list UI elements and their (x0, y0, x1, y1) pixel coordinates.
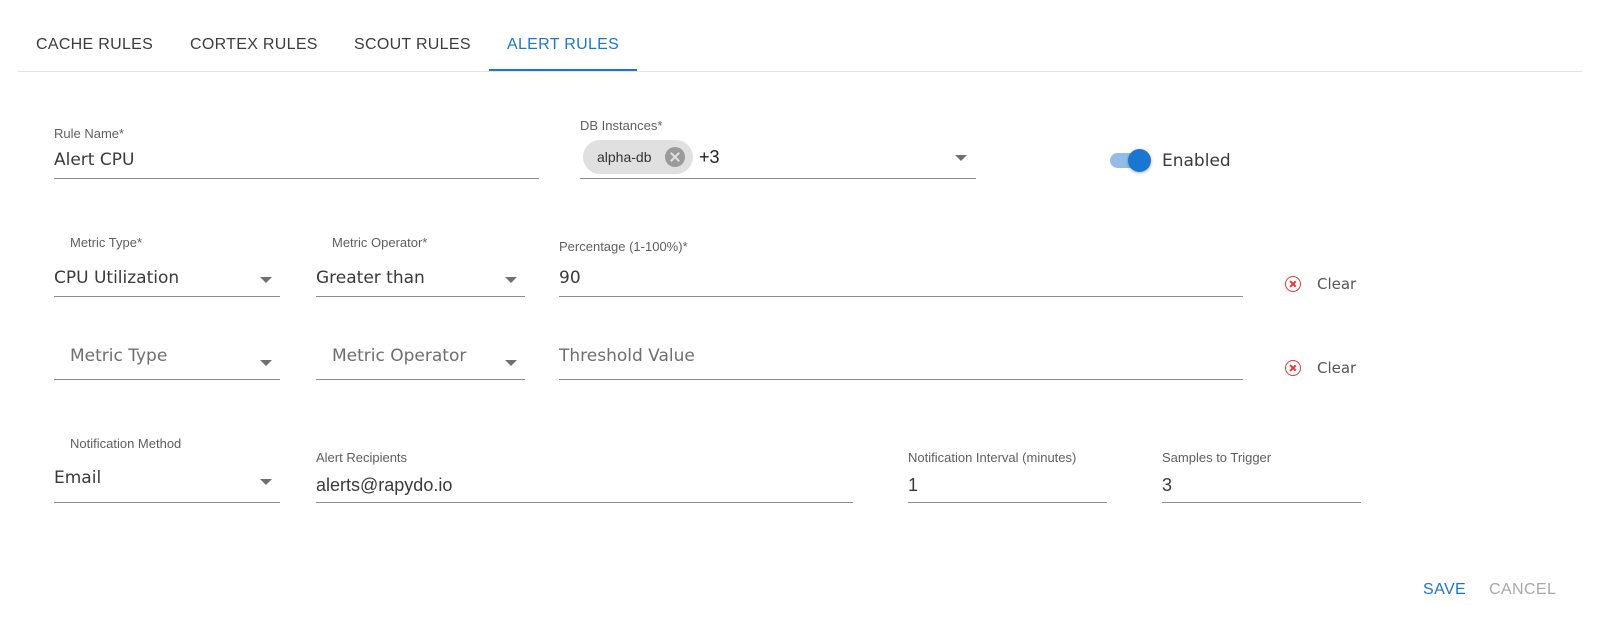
caret-down-icon (260, 360, 272, 366)
toggle-thumb[interactable] (1128, 149, 1151, 172)
rule-name-label-text: Rule Name (54, 126, 120, 141)
metric-type-underline (54, 379, 280, 380)
required-mark: * (682, 239, 688, 254)
threshold-underline (559, 379, 1243, 380)
metric-type-select[interactable]: Metric Type (54, 340, 280, 382)
metric-operator-placeholder: Metric Operator (332, 346, 467, 366)
required-mark: * (119, 126, 125, 141)
percentage-underline (559, 296, 1243, 297)
tab-cortex-rules[interactable]: CORTEX RULES (190, 36, 318, 54)
notification-interval-underline (908, 502, 1107, 503)
metric-type-value: CPU Utilization (54, 268, 180, 288)
clear-button[interactable]: Clear (1285, 359, 1356, 377)
save-button[interactable]: SAVE (1423, 581, 1466, 599)
notification-interval-label: Notification Interval (minutes) (908, 450, 1077, 465)
rule-name-label: Rule Name* (54, 126, 124, 141)
tabs-divider (18, 71, 1582, 72)
more-instances-count: +3 (699, 147, 720, 167)
caret-down-icon (505, 277, 517, 283)
alert-recipients-label: Alert Recipients (316, 450, 408, 465)
metric-operator-underline (316, 379, 525, 380)
caret-down-icon (260, 277, 272, 283)
metric-operator-select[interactable]: Metric Operator* Greater than (316, 230, 525, 298)
metric-operator-underline (316, 296, 525, 297)
notification-method-label: Notification Method (70, 436, 182, 451)
alert-recipients-underline (316, 502, 853, 503)
alert-recipients-input[interactable]: alerts@rapydo.io (316, 475, 452, 496)
percentage-label: Percentage (1-100%)* (559, 239, 688, 254)
threshold-input[interactable]: Threshold Value (559, 346, 695, 366)
clear-label: Clear (1317, 359, 1357, 377)
cancel-circle-icon[interactable] (665, 147, 685, 167)
notification-method-underline (54, 502, 280, 503)
notification-method-select[interactable]: Notification Method Email (54, 436, 280, 504)
rule-name-input[interactable]: Alert CPU (54, 150, 134, 170)
samples-to-trigger-label: Samples to Trigger (1162, 450, 1272, 465)
samples-to-trigger-underline (1162, 502, 1361, 503)
cancel-button[interactable]: CANCEL (1489, 581, 1556, 599)
clear-label: Clear (1317, 275, 1357, 293)
tab-alert-rules[interactable]: ALERT RULES (507, 36, 619, 54)
metric-type-label: Metric Type* (70, 235, 143, 250)
db-instance-chip: alpha-db (583, 140, 693, 174)
metric-type-select[interactable]: Metric Type* CPU Utilization (54, 230, 280, 298)
metric-type-underline (54, 296, 280, 297)
notification-interval-input[interactable]: 1 (908, 475, 918, 496)
db-instances-underline (580, 178, 976, 179)
enabled-label: Enabled (1162, 151, 1231, 171)
chip-label: alpha-db (597, 149, 652, 165)
tab-scout-rules[interactable]: SCOUT RULES (354, 36, 471, 54)
tab-cache-rules[interactable]: CACHE RULES (36, 36, 153, 54)
metric-operator-value: Greater than (316, 268, 425, 288)
metric-operator-select[interactable]: Metric Operator (316, 340, 525, 382)
caret-down-icon (505, 360, 517, 366)
percentage-input[interactable]: 90 (559, 268, 581, 288)
metric-type-placeholder: Metric Type (70, 346, 168, 366)
caret-down-icon (260, 479, 272, 485)
rule-name-underline (54, 178, 539, 179)
samples-to-trigger-input[interactable]: 3 (1162, 475, 1172, 496)
caret-down-icon[interactable] (955, 155, 967, 161)
db-instances-label: DB Instances* (580, 118, 662, 133)
cancel-circle-outline-icon (1285, 360, 1301, 376)
cancel-circle-outline-icon (1285, 276, 1301, 292)
metric-operator-label: Metric Operator* (332, 235, 428, 250)
notification-method-value: Email (54, 468, 102, 488)
percentage-label-text: Percentage (1-100%) (559, 239, 683, 254)
db-instances-label-text: DB Instances (580, 118, 658, 133)
clear-button[interactable]: Clear (1285, 275, 1356, 293)
required-mark: * (657, 118, 663, 133)
